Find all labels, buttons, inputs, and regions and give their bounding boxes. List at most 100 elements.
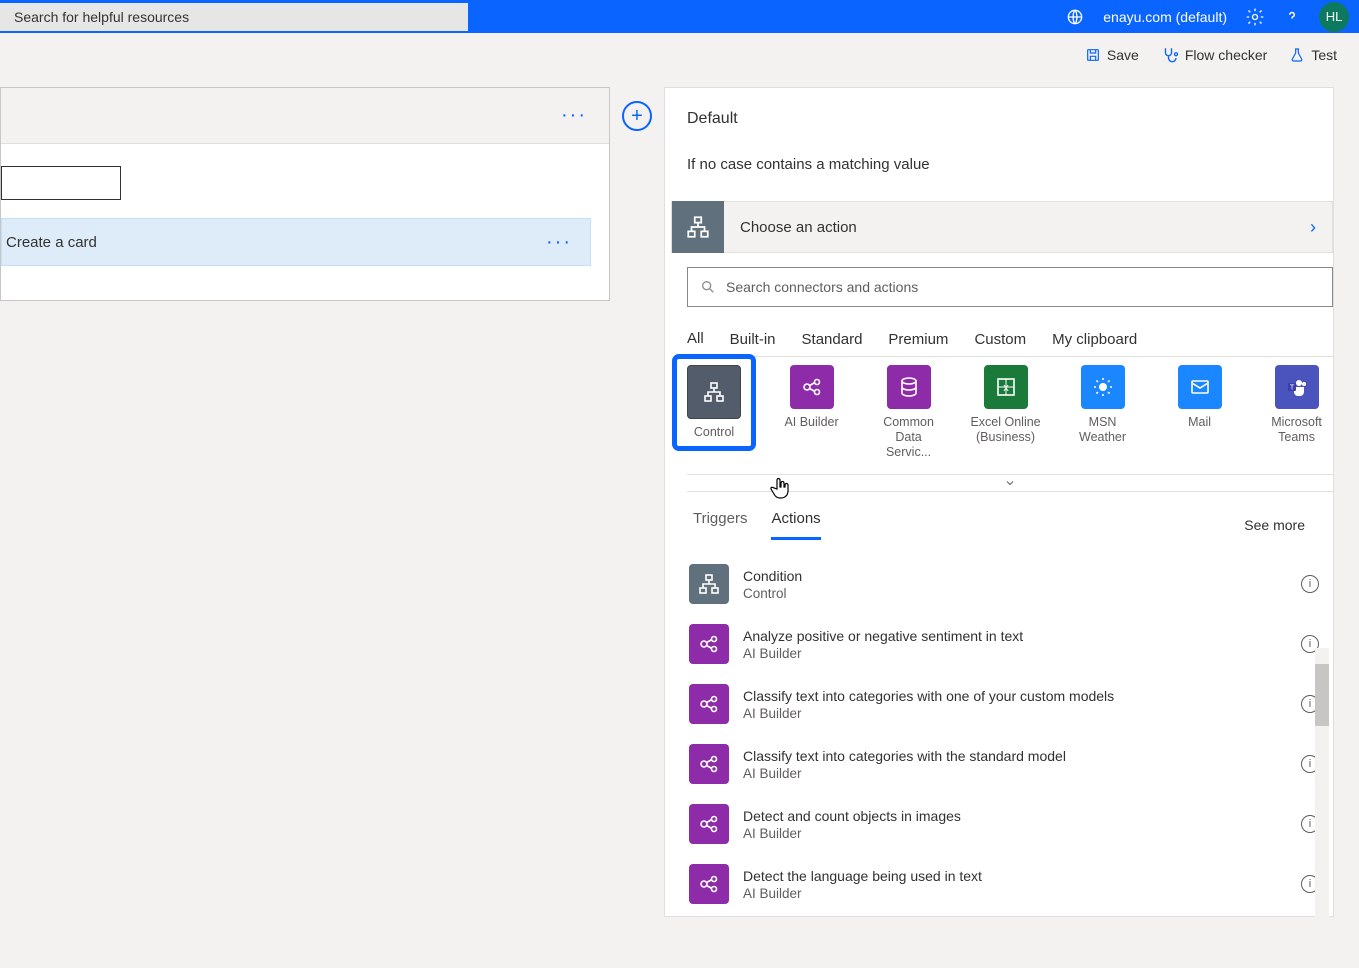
ai-icon (689, 624, 729, 664)
ta-tab-triggers[interactable]: Triggers (693, 510, 747, 540)
see-more-link[interactable]: See more (1244, 517, 1305, 533)
action-text: Analyze positive or negative sentiment i… (743, 627, 1287, 660)
connector-microsoft-teams[interactable]: T Microsoft Teams (1260, 365, 1333, 445)
category-tab-all[interactable]: All (687, 323, 704, 357)
app-header: Search for helpful resources enayu.com (… (0, 0, 1359, 33)
action-title: Condition (743, 567, 1287, 585)
ai-icon (689, 804, 729, 844)
test-label: Test (1311, 47, 1337, 63)
add-case-button[interactable]: + (622, 101, 652, 131)
connector-control[interactable]: Control (677, 359, 751, 446)
help-icon[interactable] (1283, 8, 1301, 26)
excel-icon: x (984, 365, 1028, 409)
scrollbar-thumb[interactable] (1315, 664, 1329, 726)
control-connector-icon (672, 201, 724, 253)
expand-connectors-button[interactable] (687, 474, 1333, 492)
control-icon (687, 365, 741, 419)
case-label: Create a card (6, 234, 97, 251)
action-subtitle: AI Builder (743, 646, 1287, 661)
switch-card: ··· Create a card ··· (0, 87, 610, 301)
mail-icon (1178, 365, 1222, 409)
action-subtitle: AI Builder (743, 766, 1287, 781)
action-text: Detect the language being used in textAI… (743, 867, 1287, 900)
teams-icon: T (1275, 365, 1319, 409)
case-more-icon[interactable]: ··· (546, 231, 572, 254)
search-connectors-placeholder: Search connectors and actions (726, 279, 918, 295)
case-action-bar[interactable]: Create a card ··· (1, 218, 591, 266)
category-tab-built-in[interactable]: Built-in (730, 323, 776, 357)
panel-subtitle: If no case contains a matching value (687, 156, 1311, 173)
connector-mail[interactable]: Mail (1163, 365, 1236, 430)
info-icon[interactable]: i (1301, 575, 1319, 593)
action-subtitle: AI Builder (743, 826, 1287, 841)
action-item[interactable]: Classify text into categories with the s… (687, 734, 1333, 794)
stethoscope-icon (1161, 46, 1179, 64)
action-text: Classify text into categories with the s… (743, 747, 1287, 780)
connector-label: AI Builder (784, 415, 838, 430)
connector-label: MSN Weather (1066, 415, 1139, 445)
connector-label: Common Data Servic... (872, 415, 945, 460)
connector-msn-weather[interactable]: MSN Weather (1066, 365, 1139, 445)
settings-icon[interactable] (1245, 7, 1265, 27)
action-item[interactable]: Detect the language being used in textAI… (687, 854, 1333, 914)
category-tabs: All Built-in Standard Premium Custom My clipb… (687, 323, 1333, 357)
weather-icon (1081, 365, 1125, 409)
search-placeholder-text: Search for helpful resources (14, 9, 189, 25)
action-item[interactable]: Detect and count objects in imagesAI Bui… (687, 794, 1333, 854)
action-title: Classify text into categories with one o… (743, 687, 1287, 705)
action-item[interactable]: Analyze positive or negative sentiment i… (687, 614, 1333, 674)
chevron-down-icon (1004, 477, 1016, 489)
canvas-area: ··· Create a card ··· + Default If no ca… (0, 77, 1359, 917)
action-list: ConditionControl i Analyze positive or neg… (687, 554, 1333, 914)
action-item[interactable]: ConditionControl i (687, 554, 1333, 614)
action-item[interactable]: Classify text into categories with one o… (687, 674, 1333, 734)
db-icon (887, 365, 931, 409)
environment-icon[interactable] (1065, 7, 1085, 27)
ai-icon (790, 365, 834, 409)
ai-icon (689, 744, 729, 784)
action-text: Classify text into categories with one o… (743, 687, 1287, 720)
flask-icon (1289, 47, 1305, 63)
save-icon (1085, 47, 1101, 63)
connector-label: Microsoft Teams (1260, 415, 1333, 445)
action-subtitle: Control (743, 586, 1287, 601)
save-button[interactable]: Save (1085, 47, 1139, 63)
ai-icon (689, 684, 729, 724)
chevron-right-icon: › (1294, 217, 1332, 238)
environment-label[interactable]: enayu.com (default) (1103, 9, 1227, 25)
action-title: Detect the language being used in text (743, 867, 1287, 885)
case-value-input[interactable] (1, 166, 121, 200)
flow-checker-button[interactable]: Flow checker (1161, 46, 1267, 64)
connector-label: Control (694, 425, 734, 440)
connector-label: Mail (1188, 415, 1211, 430)
search-icon (700, 279, 716, 295)
card-more-icon[interactable]: ··· (561, 104, 587, 127)
action-title: Detect and count objects in images (743, 807, 1287, 825)
panel-title: Default (687, 110, 1311, 128)
default-case-panel: Default If no case contains a matching v… (664, 87, 1334, 917)
connector-excel-online-business-[interactable]: x Excel Online (Business) (969, 365, 1042, 445)
action-text: Detect and count objects in imagesAI Bui… (743, 807, 1287, 840)
connector-label: Excel Online (Business) (969, 415, 1042, 445)
action-title: Analyze positive or negative sentiment i… (743, 627, 1287, 645)
connector-row: Control AI Builder Common Data Servic... xE… (665, 357, 1333, 460)
category-tab-my-clipboard[interactable]: My clipboard (1052, 323, 1137, 357)
test-button[interactable]: Test (1289, 47, 1337, 63)
ta-tab-actions[interactable]: Actions (771, 510, 820, 540)
search-connectors-input[interactable]: Search connectors and actions (687, 267, 1333, 307)
flow-checker-label: Flow checker (1185, 47, 1267, 63)
card-header: ··· (1, 88, 609, 144)
category-tab-standard[interactable]: Standard (802, 323, 863, 357)
control-icon (689, 564, 729, 604)
choose-action-bar[interactable]: Choose an action › (671, 201, 1333, 253)
connector-common-data-servic-[interactable]: Common Data Servic... (872, 365, 945, 460)
avatar[interactable]: HL (1319, 2, 1349, 32)
action-title: Classify text into categories with the s… (743, 747, 1287, 765)
action-subtitle: AI Builder (743, 706, 1287, 721)
save-label: Save (1107, 47, 1139, 63)
connector-ai-builder[interactable]: AI Builder (775, 365, 848, 430)
toolbar: Save Flow checker Test (0, 33, 1359, 77)
category-tab-custom[interactable]: Custom (974, 323, 1026, 357)
category-tab-premium[interactable]: Premium (888, 323, 948, 357)
search-input[interactable]: Search for helpful resources (0, 3, 468, 31)
